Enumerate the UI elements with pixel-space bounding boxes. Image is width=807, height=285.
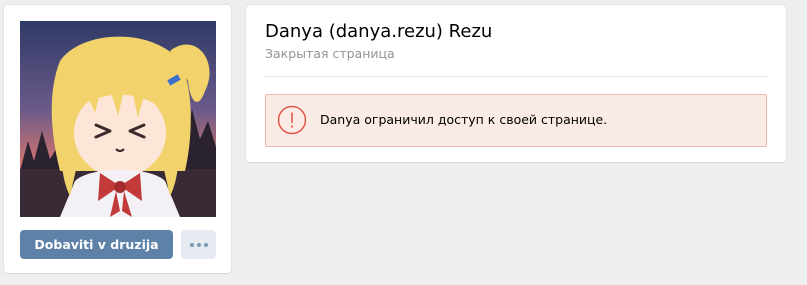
page-status-label: Закрытая страница: [265, 46, 395, 61]
profile-photo-card: Dobaviti v druzija: [4, 5, 231, 273]
more-actions-button[interactable]: [181, 230, 216, 259]
profile-info-card: Danya (danya.rezu) Rezu Закрытая страниц…: [246, 5, 786, 162]
add-friend-button[interactable]: Dobaviti v druzija: [20, 230, 173, 259]
avatar[interactable]: [20, 21, 216, 217]
more-dots-icon: [204, 243, 208, 247]
restriction-message: Danya ограничил доступ к своей странице.: [320, 112, 608, 127]
more-dots-icon: [190, 243, 194, 247]
more-dots-icon: [197, 243, 201, 247]
divider: [265, 76, 767, 77]
access-restriction-notice: Danya ограничил доступ к своей странице.: [265, 94, 767, 147]
warning-icon: [277, 105, 307, 135]
avatar-illustration: [20, 21, 216, 217]
page-title: Danya (danya.rezu) Rezu: [265, 21, 493, 42]
